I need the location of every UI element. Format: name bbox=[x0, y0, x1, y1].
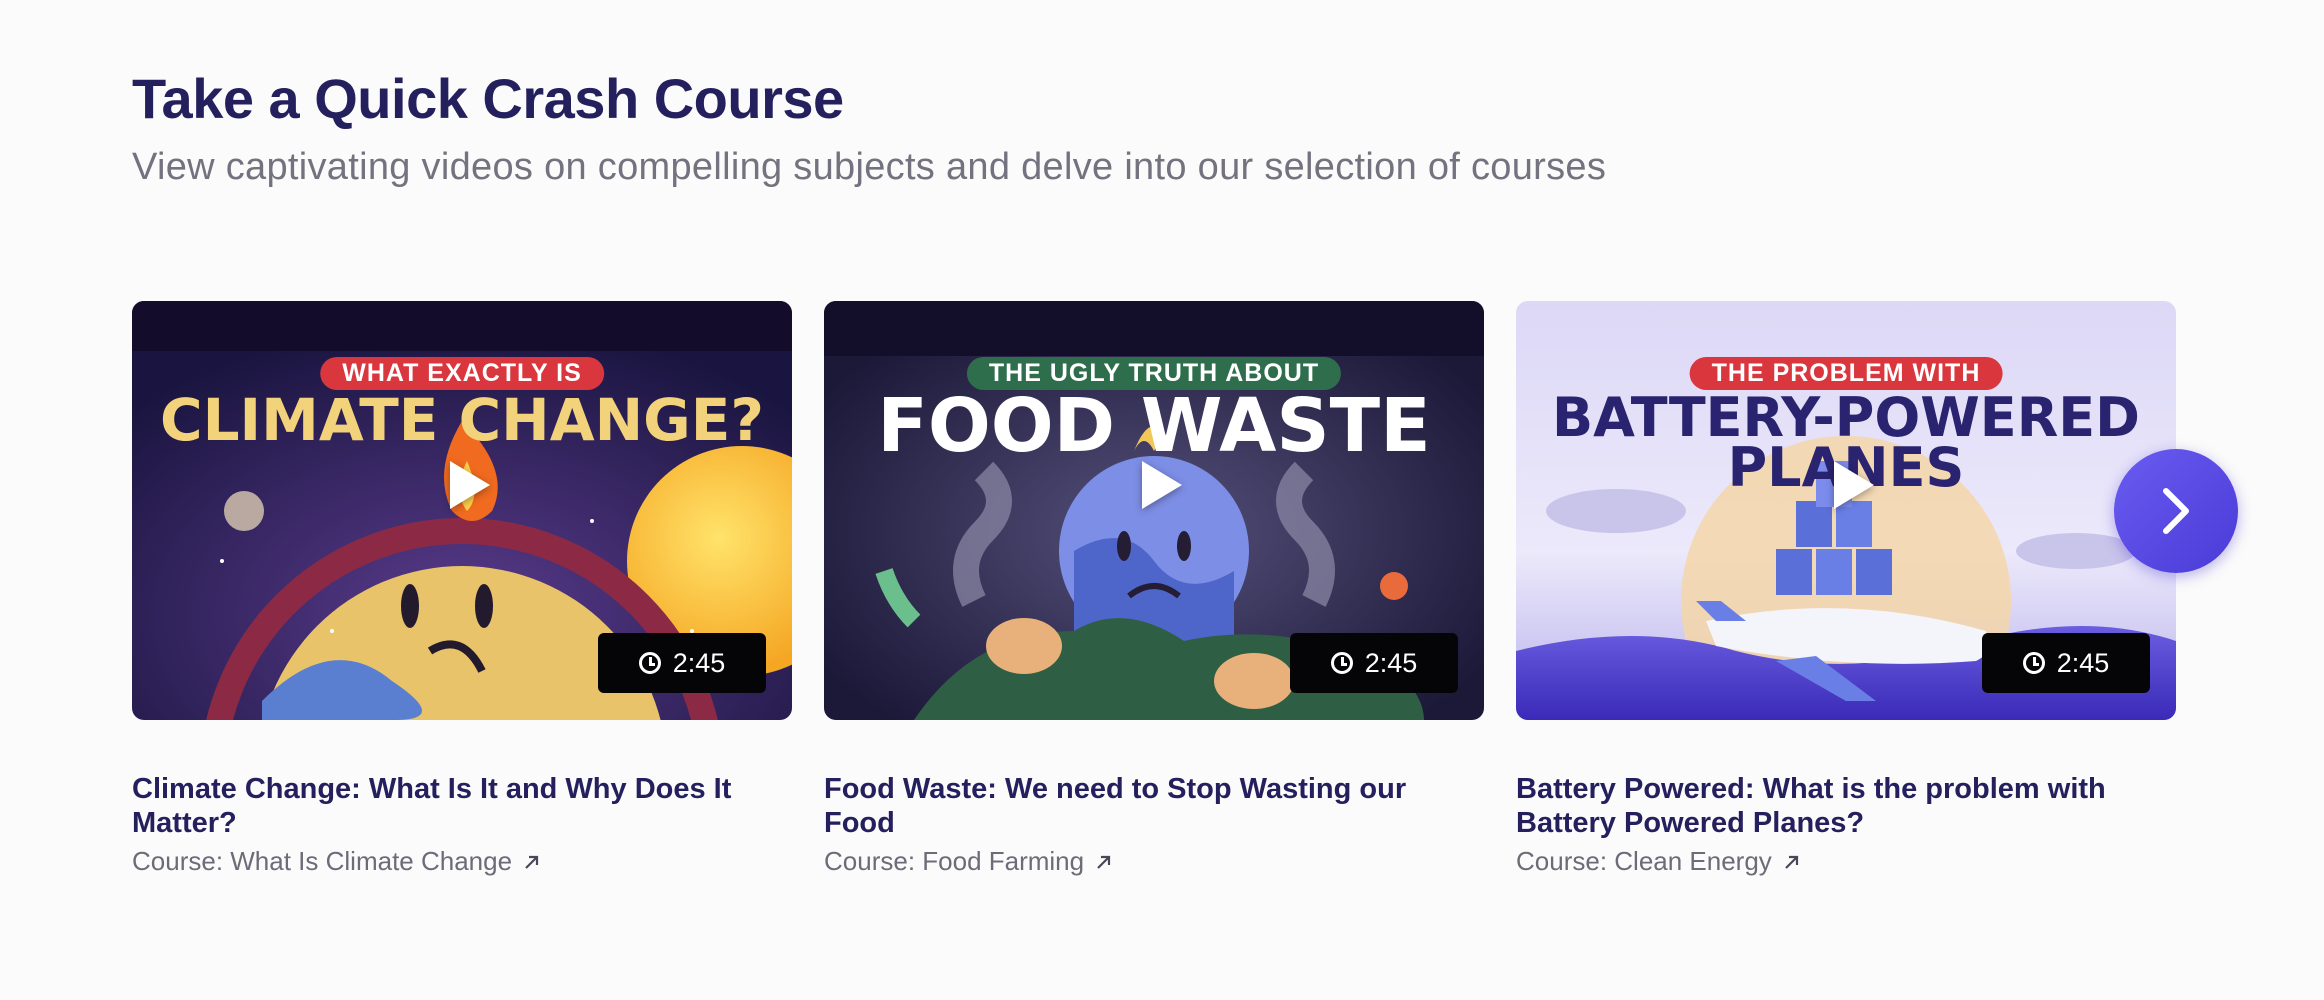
carousel-next-button[interactable] bbox=[2114, 449, 2238, 573]
video-thumbnail[interactable]: WHAT EXACTLY IS CLIMATE CHANGE? 2:45 bbox=[132, 301, 792, 720]
play-icon[interactable] bbox=[1142, 460, 1182, 509]
video-card-food-waste: THE UGLY TRUTH ABOUT FOOD WASTE 2:45 Foo… bbox=[824, 301, 1484, 877]
video-card-battery-planes: THE PROBLEM WITH BATTERY-POWERED PLANES … bbox=[1516, 301, 2176, 877]
thumbnail-title: FOOD WASTE bbox=[877, 383, 1431, 469]
video-card-climate-change: WHAT EXACTLY IS CLIMATE CHANGE? 2:45 Cli… bbox=[132, 301, 792, 877]
thumbnail-title: CLIMATE CHANGE? bbox=[160, 386, 764, 454]
clock-icon bbox=[2022, 652, 2045, 674]
chevron-right-icon bbox=[2163, 488, 2189, 534]
duration-badge: 2:45 bbox=[598, 633, 766, 693]
duration-text: 2:45 bbox=[2056, 647, 2110, 678]
video-title[interactable]: Battery Powered: What is the problem wit… bbox=[1516, 772, 2176, 840]
course-link-text: Course: Clean Energy bbox=[1516, 846, 1772, 876]
course-link-text: Course: Food Farming bbox=[824, 846, 1085, 876]
duration-badge: 2:45 bbox=[1982, 633, 2150, 693]
arrow-up-right-icon bbox=[1097, 855, 1111, 869]
clock-icon bbox=[638, 652, 661, 674]
video-thumbnail[interactable]: THE UGLY TRUTH ABOUT FOOD WASTE 2:45 bbox=[824, 301, 1484, 720]
course-link[interactable]: Course: Food Farming bbox=[824, 846, 1484, 877]
duration-badge: 2:45 bbox=[1290, 633, 1458, 693]
duration-text: 2:45 bbox=[672, 647, 726, 678]
course-link[interactable]: Course: Clean Energy bbox=[1516, 846, 2176, 877]
video-thumbnail[interactable]: THE PROBLEM WITH BATTERY-POWERED PLANES … bbox=[1516, 301, 2176, 720]
course-link[interactable]: Course: What Is Climate Change bbox=[132, 846, 792, 877]
clock-icon bbox=[1330, 652, 1353, 674]
play-icon[interactable] bbox=[1834, 460, 1874, 509]
video-title[interactable]: Food Waste: We need to Stop Wasting our … bbox=[824, 772, 1484, 840]
duration-text: 2:45 bbox=[1364, 647, 1418, 678]
video-title[interactable]: Climate Change: What Is It and Why Does … bbox=[132, 772, 792, 840]
arrow-up-right-icon bbox=[525, 855, 539, 869]
play-icon[interactable] bbox=[450, 460, 490, 509]
course-link-text: Course: What Is Climate Change bbox=[132, 846, 513, 876]
section-subtitle: View captivating videos on compelling su… bbox=[132, 146, 1607, 188]
arrow-up-right-icon bbox=[1785, 855, 1798, 869]
section-title: Take a Quick Crash Course bbox=[132, 67, 844, 130]
